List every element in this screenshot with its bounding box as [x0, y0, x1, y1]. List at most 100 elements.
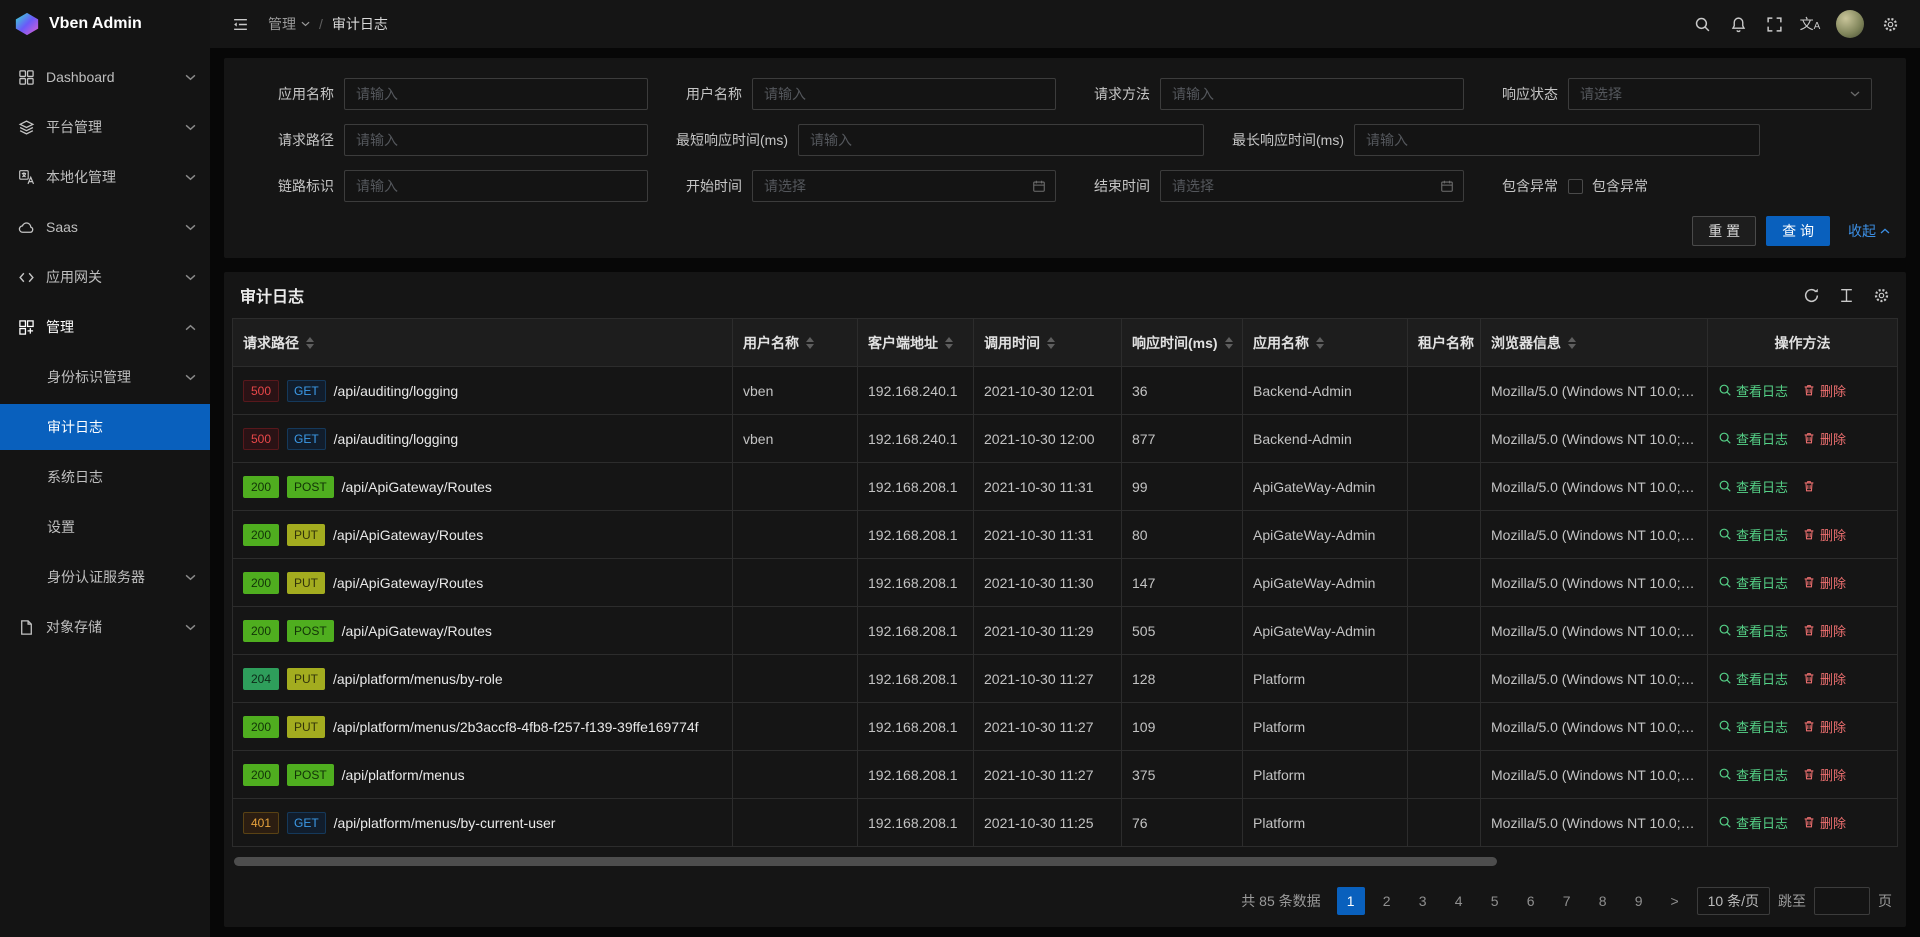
sidebar-item-app-gateway[interactable]: 应用网关	[0, 254, 210, 300]
sidebar-item-platform-management[interactable]: 平台管理	[0, 104, 210, 150]
request-path-input[interactable]	[344, 124, 648, 156]
reset-button[interactable]: 重 置	[1692, 216, 1756, 246]
page-3[interactable]: 3	[1409, 887, 1437, 915]
field-max-response-time: 最长响应时间(ms)	[1204, 124, 1760, 156]
chevron-down-icon	[1850, 91, 1860, 97]
jump-label: 跳至	[1778, 891, 1806, 911]
search-icon	[1718, 527, 1732, 541]
row-height-icon[interactable]	[1838, 287, 1855, 304]
platform-icon	[18, 119, 35, 136]
sidebar-item-identity-management[interactable]: 身份标识管理	[0, 354, 210, 400]
page-7[interactable]: 7	[1553, 887, 1581, 915]
cell-client: 192.168.208.1	[858, 607, 974, 655]
col-header-tenant-name[interactable]: 租户名称	[1408, 319, 1481, 367]
view-log-button[interactable]: 查看日志	[1718, 477, 1788, 496]
sidebar-item-audit-log[interactable]: 审计日志	[0, 404, 210, 450]
cell-time: 2021-10-30 11:31	[974, 463, 1122, 511]
col-header-client-address[interactable]: 客户端地址	[858, 319, 974, 367]
sidebar-item-object-storage[interactable]: 对象存储	[0, 604, 210, 650]
delete-button[interactable]: 删除	[1802, 573, 1846, 592]
chevron-down-icon	[185, 124, 196, 131]
collapse-link[interactable]: 收起	[1848, 221, 1890, 241]
delete-button[interactable]	[1802, 479, 1820, 493]
jump-page-input[interactable]	[1814, 887, 1870, 915]
page-9[interactable]: 9	[1625, 887, 1653, 915]
view-log-button[interactable]: 查看日志	[1718, 717, 1788, 736]
view-log-button[interactable]: 查看日志	[1718, 669, 1788, 688]
logo-icon	[14, 11, 40, 37]
breadcrumb-management[interactable]: 管理	[268, 14, 310, 34]
refresh-icon[interactable]	[1803, 287, 1820, 304]
view-log-button[interactable]: 查看日志	[1718, 765, 1788, 784]
next-page-button[interactable]: >	[1661, 887, 1689, 915]
sort-icon	[1316, 337, 1324, 349]
delete-button[interactable]: 删除	[1802, 669, 1846, 688]
delete-button[interactable]: 删除	[1802, 765, 1846, 784]
view-log-button[interactable]: 查看日志	[1718, 573, 1788, 592]
sidebar-item-dashboard[interactable]: Dashboard	[0, 54, 210, 100]
max-response-time-input[interactable]	[1354, 124, 1760, 156]
view-log-button[interactable]: 查看日志	[1718, 813, 1788, 832]
exception-checkbox[interactable]	[1568, 179, 1583, 194]
bell-icon[interactable]	[1722, 8, 1754, 40]
fullscreen-icon[interactable]	[1758, 8, 1790, 40]
page-4[interactable]: 4	[1445, 887, 1473, 915]
status-select[interactable]: 请选择	[1568, 78, 1872, 110]
cell-time: 2021-10-30 12:01	[974, 367, 1122, 415]
sidebar-item-management[interactable]: 管理	[0, 304, 210, 350]
translate-icon[interactable]: 文A	[1794, 8, 1826, 40]
http-method-input[interactable]	[1160, 78, 1464, 110]
app-name-input[interactable]	[344, 78, 648, 110]
delete-button[interactable]: 删除	[1802, 717, 1846, 736]
page-size-select[interactable]: 10 条/页	[1697, 887, 1770, 915]
menu-fold-icon[interactable]	[224, 8, 256, 40]
user-name-input[interactable]	[752, 78, 1056, 110]
delete-button[interactable]: 删除	[1802, 621, 1846, 640]
management-icon	[18, 319, 35, 336]
page-5[interactable]: 5	[1481, 887, 1509, 915]
col-header-response-time[interactable]: 响应时间(ms)	[1122, 319, 1243, 367]
page-6[interactable]: 6	[1517, 887, 1545, 915]
col-header-app-name[interactable]: 应用名称	[1243, 319, 1408, 367]
col-header-call-time[interactable]: 调用时间	[974, 319, 1122, 367]
sort-icon	[1568, 337, 1576, 349]
cell-user	[733, 751, 858, 799]
end-time-picker[interactable]	[1160, 170, 1464, 202]
sidebar-item-system-log[interactable]: 系统日志	[0, 454, 210, 500]
avatar[interactable]	[1836, 10, 1864, 38]
table-header-row: 请求路径 用户名称 客户端地址 调用时间 响应时间(ms) 应用名称 租户名称 …	[233, 319, 1898, 367]
method-badge: POST	[287, 764, 334, 786]
view-log-button[interactable]: 查看日志	[1718, 621, 1788, 640]
delete-button[interactable]: 删除	[1802, 525, 1846, 544]
cell-browser: Mozilla/5.0 (Windows NT 10.0; Win	[1481, 703, 1708, 751]
logo[interactable]: Vben Admin	[0, 0, 210, 48]
start-time-picker[interactable]	[752, 170, 1056, 202]
settings-gear-icon[interactable]	[1874, 8, 1906, 40]
view-log-button[interactable]: 查看日志	[1718, 429, 1788, 448]
view-log-button[interactable]: 查看日志	[1718, 381, 1788, 400]
sidebar-item-saas[interactable]: Saas	[0, 204, 210, 250]
page-1[interactable]: 1	[1337, 887, 1365, 915]
cell-tenant	[1408, 511, 1481, 559]
delete-button[interactable]: 删除	[1802, 429, 1846, 448]
search-button[interactable]: 查 询	[1766, 216, 1830, 246]
col-header-browser[interactable]: 浏览器信息	[1481, 319, 1708, 367]
search-icon[interactable]	[1686, 8, 1718, 40]
min-response-time-input[interactable]	[798, 124, 1204, 156]
sidebar-item-auth-server[interactable]: 身份认证服务器	[0, 554, 210, 600]
column-settings-icon[interactable]	[1873, 287, 1890, 304]
sidebar-item-localization[interactable]: 本地化管理	[0, 154, 210, 200]
horizontal-scrollbar[interactable]	[234, 857, 1497, 866]
request-path: /api/platform/menus/2b3accf8-4fb8-f257-f…	[333, 719, 699, 735]
search-icon	[1718, 767, 1732, 781]
col-header-user-name[interactable]: 用户名称	[733, 319, 858, 367]
view-log-button[interactable]: 查看日志	[1718, 525, 1788, 544]
sidebar-item-settings[interactable]: 设置	[0, 504, 210, 550]
col-header-request-path[interactable]: 请求路径	[233, 319, 733, 367]
delete-button[interactable]: 删除	[1802, 813, 1846, 832]
delete-button[interactable]: 删除	[1802, 381, 1846, 400]
trace-id-input[interactable]	[344, 170, 648, 202]
page-2[interactable]: 2	[1373, 887, 1401, 915]
page-8[interactable]: 8	[1589, 887, 1617, 915]
cell-elapsed: 147	[1122, 559, 1243, 607]
